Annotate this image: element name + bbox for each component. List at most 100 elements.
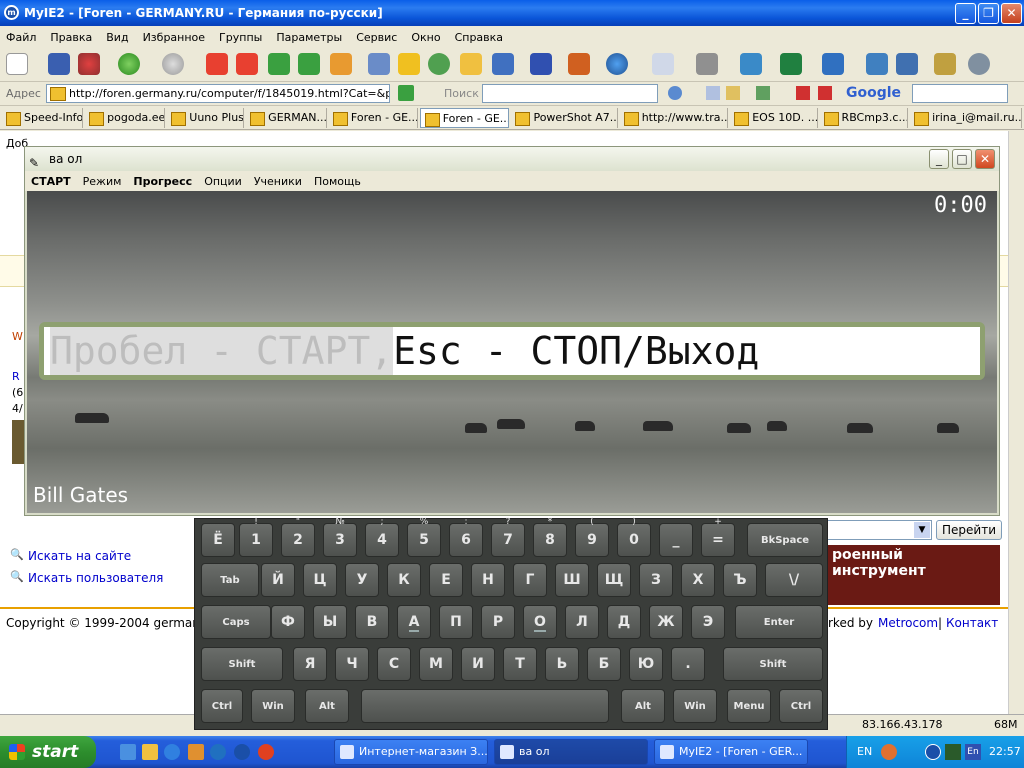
tab-http[interactable]: http://www.tra... [620,107,729,128]
key-win-left[interactable]: Win [251,689,295,723]
key-i[interactable]: И [461,647,495,681]
maximize-button[interactable]: ❐ [978,3,999,24]
home-icon[interactable] [330,53,352,75]
forum-select[interactable]: ▼ [826,520,932,540]
tab-german[interactable]: GERMAN... [246,107,327,128]
key-7[interactable]: ? 7 [491,517,525,557]
key-ctrl-left[interactable]: Ctrl [201,689,243,723]
forward-icon[interactable] [162,53,184,75]
key-tab[interactable]: Tab [201,563,259,597]
app-minimize-button[interactable]: _ [929,149,949,169]
key-hard-sign[interactable]: Ъ [723,563,757,597]
quicklaunch-media-icon[interactable] [210,744,226,760]
download-icon[interactable] [780,53,802,75]
key-menu[interactable]: Menu [727,689,771,723]
task-myie2[interactable]: MyIE2 - [Foren - GER... [654,739,808,765]
tab-pogoda[interactable]: pogoda.ee [85,107,166,128]
key-period[interactable]: . [671,647,705,681]
key-shift-right[interactable]: Shift [723,647,823,681]
page-scrollbar[interactable] [1008,131,1024,714]
tab-foren-1[interactable]: Foren - GE... [329,107,418,128]
key-g[interactable]: Г [513,563,547,597]
key-shift-left[interactable]: Shift [201,647,283,681]
key-win-right[interactable]: Win [673,689,717,723]
app-menu-help[interactable]: Помощь [314,175,361,188]
key-4[interactable]: ; 4 [365,517,399,557]
font-icon[interactable] [530,53,552,75]
window-icon[interactable] [740,53,762,75]
tray-grid-icon[interactable] [945,744,961,760]
key-d[interactable]: Д [607,605,641,639]
app-menu-progress[interactable]: Прогресс [133,175,192,188]
quicklaunch-ie-icon[interactable] [164,744,180,760]
key-alt-right[interactable]: Alt [621,689,665,723]
folder-icon[interactable] [460,53,482,75]
key-s[interactable]: С [377,647,411,681]
app-menu-students[interactable]: Ученики [254,175,302,188]
key-9[interactable]: (9 [575,517,609,557]
security-icon[interactable] [78,53,100,75]
key-backslash[interactable]: \/ [765,563,823,597]
key-kh[interactable]: Х [681,563,715,597]
key-m[interactable]: М [419,647,453,681]
quicklaunch-myie-icon[interactable] [234,744,250,760]
key-yery[interactable]: Ы [313,605,347,639]
key-k[interactable]: К [387,563,421,597]
key-o[interactable]: О [523,605,557,639]
app-close-button[interactable]: ✕ [975,149,995,169]
menu-options[interactable]: Параметры [276,31,342,44]
key-zh[interactable]: Ж [649,605,683,639]
menu-window[interactable]: Окно [411,31,440,44]
key-l[interactable]: Л [565,605,599,639]
key-2[interactable]: " 2 [281,517,315,557]
search-site-link[interactable]: Искать на сайте [28,549,131,563]
google-search-input[interactable] [912,84,1008,103]
key-sh[interactable]: Ш [555,563,589,597]
key-ya[interactable]: Я [293,647,327,681]
plugin-icon[interactable] [756,86,770,100]
tab-rbcmp3[interactable]: RBCmp3.c... [820,107,909,128]
key-ts[interactable]: Ц [303,563,337,597]
history-icon[interactable] [428,53,450,75]
search-input[interactable] [482,84,658,103]
app-menu-mode[interactable]: Режим [83,175,122,188]
quicklaunch-desktop-icon[interactable] [120,744,136,760]
key-v[interactable]: В [355,605,389,639]
key-t[interactable]: Т [503,647,537,681]
minimize-button[interactable]: _ [955,3,976,24]
menu-edit[interactable]: Правка [50,31,92,44]
page-icon[interactable] [706,86,720,100]
tab-eos[interactable]: EOS 10D. ... [730,107,818,128]
menu-help[interactable]: Справка [455,31,503,44]
key-y-short[interactable]: Й [261,563,295,597]
quicklaunch-folder-icon[interactable] [142,744,158,760]
close-x-icon[interactable] [796,86,810,100]
key-ctrl-right[interactable]: Ctrl [779,689,823,723]
tab-mail[interactable]: irina_i@mail.ru... [910,107,1023,128]
ad-banner[interactable]: роенный инструмент [826,545,1000,605]
key-soft-sign[interactable]: Ь [545,647,579,681]
save-icon[interactable] [48,53,70,75]
key-8[interactable]: * 8 [533,517,567,557]
key-yu[interactable]: Ю [629,647,663,681]
quicklaunch-opera-icon[interactable] [258,744,274,760]
highlight-icon[interactable] [726,86,740,100]
key-5[interactable]: % 5 [407,517,441,557]
task-typing-app[interactable]: ва ол [494,739,648,765]
stop-all-icon[interactable] [236,53,258,75]
go-arrow-icon[interactable] [398,85,414,101]
key-z[interactable]: З [639,563,673,597]
quicklaunch-app-icon[interactable] [188,744,204,760]
key-a[interactable]: А [397,605,431,639]
contact-link[interactable]: Контакт [946,616,998,630]
tray-lang-icon[interactable]: En [965,744,981,760]
key-ch[interactable]: Ч [335,647,369,681]
key-u[interactable]: У [345,563,379,597]
undo-icon[interactable] [822,53,844,75]
key-e-reverse[interactable]: Э [691,605,725,639]
key-backspace[interactable]: BkSpace [747,523,823,557]
language-indicator[interactable]: EN [857,745,872,758]
app-maximize-button[interactable]: □ [952,149,972,169]
key-p[interactable]: П [439,605,473,639]
key-shch[interactable]: Щ [597,563,631,597]
